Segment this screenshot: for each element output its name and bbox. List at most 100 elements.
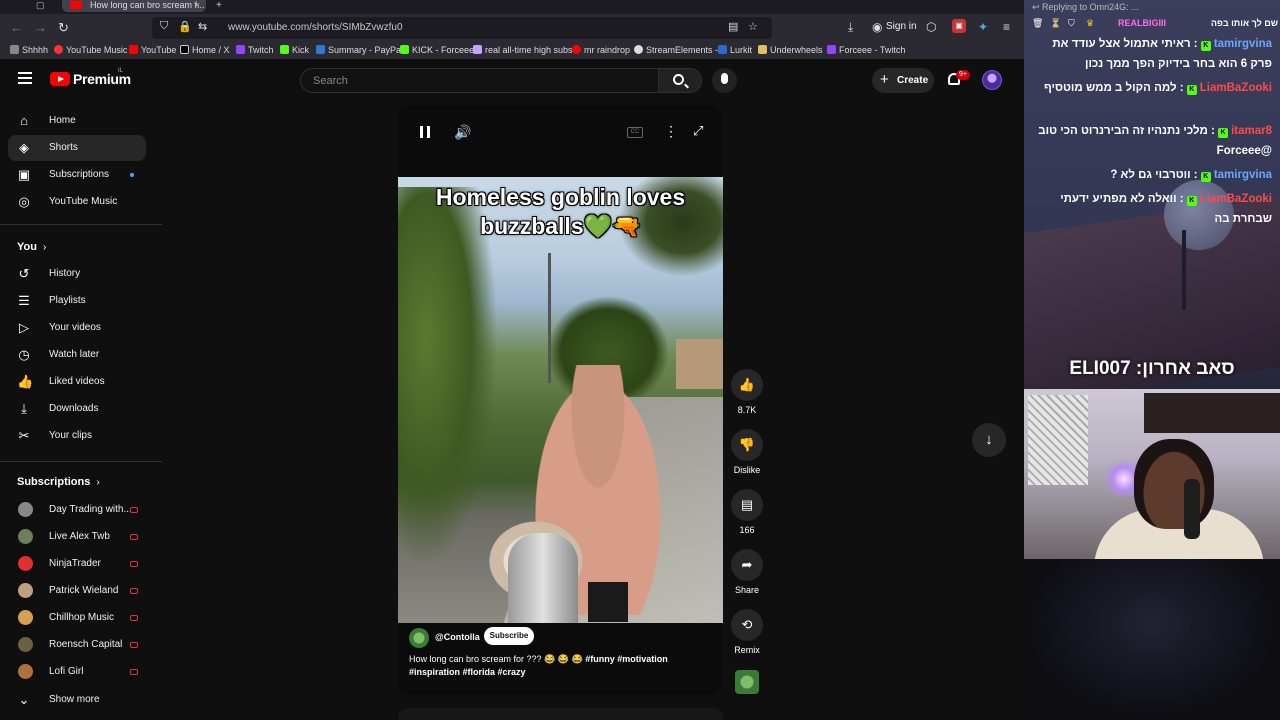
chat-text: ווטרבוי גם לא ? [1110,169,1191,181]
subscription-channel[interactable]: Roensch Capital [8,632,146,658]
sidebar-item-your-clips[interactable]: ✂ Your clips [8,423,146,449]
remix-action[interactable]: ⟲ Remix [731,609,763,655]
short-description[interactable]: How long can bro scream for ??? 😂 😂 😂 #f… [409,653,709,679]
create-button[interactable]: + Create [872,68,934,93]
volume-icon[interactable]: 🔊 [454,124,471,141]
extensions-icon[interactable]: ⬡ [926,20,936,34]
you-heading[interactable]: You › [17,241,46,253]
bookmark-item[interactable]: Forceee - Twitch [827,45,905,55]
shield-icon[interactable]: ⛉ [160,20,168,33]
search-button[interactable] [658,68,702,93]
hashtags[interactable]: #inspiration #florida #crazy [409,667,526,677]
show-more-label: Show more [49,694,100,705]
create-label: Create [897,75,929,86]
comment-icon[interactable]: ▤ [731,489,763,521]
browser-tab-active[interactable]: How long can bro scream f... × [62,0,206,12]
youtube-logo-icon[interactable] [50,72,70,86]
sidebar-item-downloads[interactable]: ⤓ Downloads [8,396,146,422]
subscription-channel[interactable]: Live Alex Twb [8,524,146,550]
subscription-channel[interactable]: Day Trading with... [8,497,146,523]
search-placeholder: Search [313,75,348,87]
share-icon[interactable]: ➦ [731,549,763,581]
bookmark-item[interactable]: StreamElements - [634,45,718,55]
bookmark-item[interactable]: Home / X [180,45,230,55]
pause-icon[interactable] [420,126,430,138]
hashtags[interactable]: #funny #motivation [585,654,668,664]
more-options-icon[interactable]: ⋮ [664,123,678,140]
close-tab-icon[interactable]: × [195,0,200,10]
thumbs-up-icon[interactable]: 👍 [731,369,763,401]
fullscreen-icon[interactable]: ⤢ [693,123,703,139]
bookmark-item[interactable]: YouTube [129,45,176,55]
sidebar-item-subscriptions[interactable]: ▣ Subscriptions [8,162,146,188]
bookmark-star-icon[interactable]: ☆ [748,20,758,33]
next-short-arrow-icon[interactable]: ↓ [972,423,1006,457]
bookmark-item[interactable]: Underwheels [758,45,823,55]
sidebar-item-youtube-music[interactable]: ◎ YouTube Music [8,189,146,215]
sidebar-item-playlists[interactable]: ☰ Playlists [8,288,146,314]
channel-name[interactable]: @Contolla [435,632,480,642]
sound-thumbnail[interactable] [735,670,759,694]
subscription-channel[interactable]: Chillhop Music [8,605,146,631]
sidebar-item-history[interactable]: ↺ History [8,261,146,287]
lock-icon[interactable]: 🔒 [178,20,192,33]
captions-icon[interactable]: CC [627,127,643,138]
search-input[interactable]: Search [300,68,660,93]
subscriptions-heading[interactable]: Subscriptions › [17,476,100,488]
reload-icon[interactable]: ↻ [58,20,69,36]
sidebar-item-liked-videos[interactable]: 👍 Liked videos [8,369,146,395]
bookmark-item[interactable]: real all-time high subs [473,45,573,55]
permissions-icon[interactable]: ⇆ [198,20,207,33]
sidebar-item-label: Home [49,115,76,126]
bookmark-item[interactable]: Shhhh [10,45,48,55]
bookmark-item[interactable]: Summary - PayPal [316,45,403,55]
menu-icon[interactable] [18,72,32,84]
subscribe-button[interactable]: Subscribe [484,627,534,645]
downloads-icon[interactable]: ⤓ [848,20,853,35]
forward-icon[interactable]: → [34,20,47,35]
next-short-preview[interactable] [398,708,723,720]
account-icon[interactable]: ◉ [872,20,882,34]
account-avatar[interactable] [982,70,1002,90]
channel-avatar [18,583,33,598]
like-count: 8.7K [737,405,757,415]
channel-avatar[interactable] [409,628,429,648]
comments-action[interactable]: ▤ 166 [731,489,763,535]
thumbs-down-icon[interactable]: 👎 [731,429,763,461]
bookmark-item[interactable]: YouTube Music [54,45,127,55]
address-bar[interactable]: ⛉ 🔒 ⇆ www.youtube.com/shorts/SIMbZvwzfu0… [152,17,772,39]
subscription-channel[interactable]: Patrick Wieland [8,578,146,604]
share-action[interactable]: ➦ Share [731,549,763,595]
bookmark-item[interactable]: mr raindrop [572,45,630,55]
kick-badge-icon: K [1200,41,1211,51]
dislike-action[interactable]: 👎 Dislike [731,429,763,475]
sidebar-item-shorts[interactable]: ◈ Shorts [8,135,146,161]
browser-menu-icon[interactable]: ≡ [1003,20,1010,34]
sidebar-item-your-videos[interactable]: ▷ Your videos [8,315,146,341]
bookmark-item[interactable]: KICK - Forceee [400,45,474,55]
channel-avatar [18,664,33,679]
show-more-button[interactable]: ⌄ Show more [8,687,146,713]
new-tab-icon[interactable]: + [216,0,222,11]
back-icon[interactable]: ← [10,20,23,35]
sidebar-item-watch-later[interactable]: ◷ Watch later [8,342,146,368]
tab-list-icon[interactable]: ▢ [36,0,45,11]
overlay-background [1182,230,1186,310]
bookmark-item[interactable]: Lurkit [718,45,752,55]
remix-icon[interactable]: ⟲ [731,609,763,641]
browser-toolbar: ← → ↻ ⛉ 🔒 ⇆ www.youtube.com/shorts/SIMbZ… [0,14,1024,42]
extension-icon[interactable]: ✦ [978,20,988,34]
subscription-channel[interactable]: NinjaTrader [8,551,146,577]
reader-view-icon[interactable]: ▤ [728,20,738,33]
bookmark-item[interactable]: Kick [280,45,309,55]
voice-search-button[interactable] [712,68,737,93]
channel-name: Patrick Wieland [49,585,119,596]
bookmark-item[interactable]: Twitch [236,45,274,55]
sidebar-item-home[interactable]: ⌂ Home [8,108,146,134]
extension-badge-icon[interactable]: ▣ [952,19,966,33]
short-video[interactable]: Homeless goblin loves buzzballs💚🔫 [398,177,723,623]
like-action[interactable]: 👍 8.7K [731,369,763,415]
url-text[interactable]: www.youtube.com/shorts/SIMbZvwzfu0 [228,22,403,33]
subscription-channel[interactable]: Lofi Girl [8,659,146,685]
sign-in-label[interactable]: Sign in [886,21,917,32]
